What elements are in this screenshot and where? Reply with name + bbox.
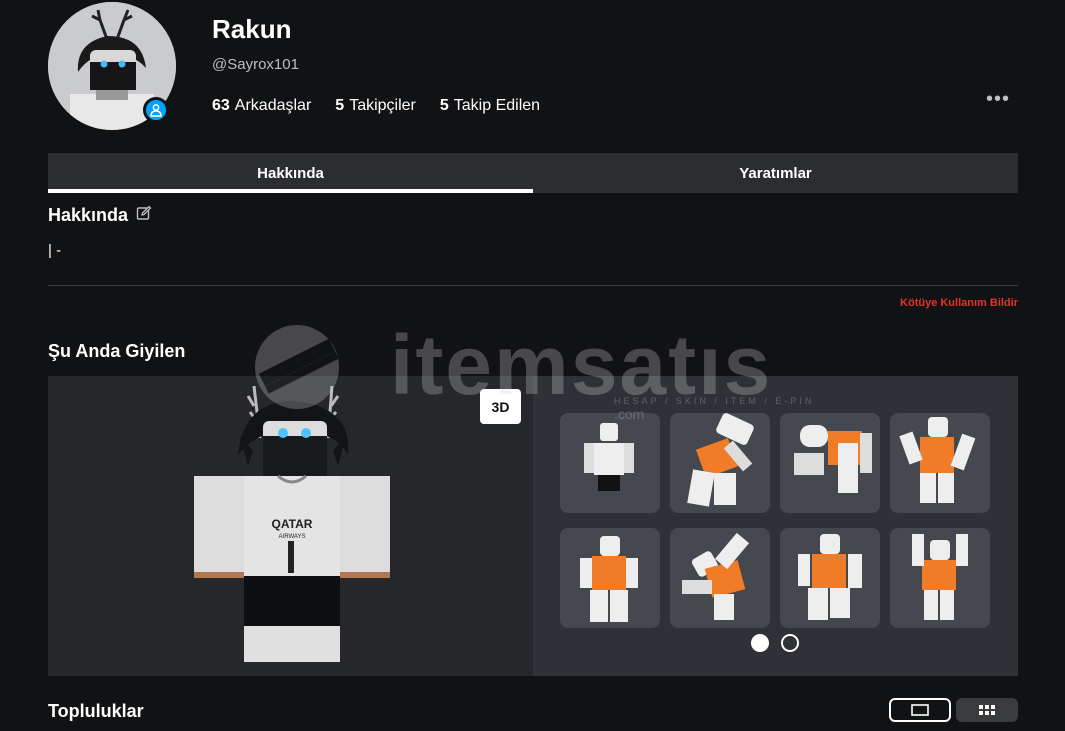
divider [48, 285, 1018, 286]
followers-count: 5 [335, 97, 345, 114]
list-view-button[interactable] [889, 698, 951, 722]
profile-tabs: Hakkında Yaratımlar [48, 153, 1018, 193]
friends-stat[interactable]: 63 Arkadaşlar [212, 97, 311, 115]
followers-stat[interactable]: 5 Takipçiler [335, 97, 416, 115]
idle-pose-animation-item[interactable] [890, 528, 990, 628]
svg-text:AIRWAYS: AIRWAYS [279, 534, 306, 540]
about-section-header: Hakkında [48, 205, 152, 226]
currently-wearing-title: Şu Anda Giyilen [48, 341, 186, 361]
profile-stats: 63 Arkadaşlar 5 Takipçiler 5 Takip Edilen [212, 97, 540, 115]
walk-animation-item[interactable] [560, 528, 660, 628]
friends-count: 63 [212, 97, 230, 114]
following-label: Takip Edilen [453, 97, 541, 114]
edit-icon[interactable] [136, 205, 152, 226]
about-text: | - [48, 242, 62, 259]
report-abuse-link[interactable]: Kötüye Kullanım Bildir [900, 297, 1018, 309]
groups-title: Topluluklar [48, 701, 144, 721]
following-count: 5 [439, 97, 449, 114]
fall-animation-item[interactable] [670, 413, 770, 513]
profile-handle: @Sayrox101 [212, 56, 299, 73]
grid-view-button[interactable] [956, 698, 1018, 722]
idle-animation-item[interactable] [560, 413, 660, 513]
ellipsis-icon[interactable]: ••• [986, 88, 1010, 111]
jump-animation-item[interactable] [890, 413, 990, 513]
carousel-dot-1[interactable] [751, 634, 769, 652]
friends-label: Arkadaşlar [234, 97, 312, 114]
online-user-icon [143, 97, 169, 123]
list-view-icon [911, 704, 929, 716]
tab-creations[interactable]: Yaratımlar [533, 153, 1018, 193]
about-title: Hakkında [48, 205, 129, 225]
tab-about[interactable]: Hakkında [48, 153, 533, 193]
run-animation-item[interactable] [780, 528, 880, 628]
svg-text:QATAR: QATAR [272, 517, 313, 531]
carousel-dot-2[interactable] [781, 634, 799, 652]
followers-label: Takipçiler [349, 97, 416, 114]
toggle-3d-button[interactable]: 3D [480, 389, 521, 424]
climb-animation-item[interactable] [780, 413, 880, 513]
grid-view-icon [979, 705, 995, 715]
following-stat[interactable]: 5 Takip Edilen [440, 97, 540, 115]
profile-avatar[interactable] [48, 2, 176, 130]
avatar-preview: QATAR AIRWAYS [48, 376, 533, 676]
swim-animation-item[interactable] [670, 528, 770, 628]
profile-name: Rakun [212, 14, 292, 44]
